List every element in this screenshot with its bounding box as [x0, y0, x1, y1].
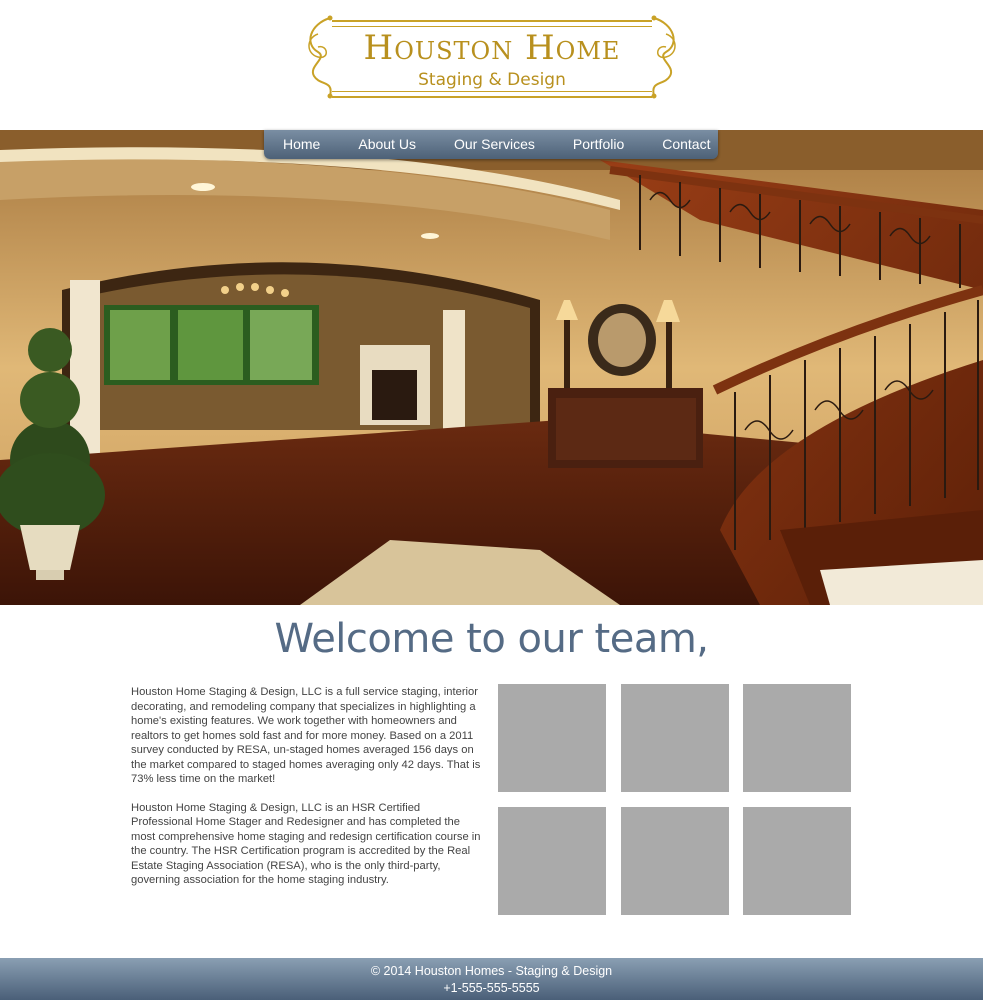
nav-home[interactable]: Home: [264, 130, 339, 159]
welcome-heading: Welcome to our team,: [274, 616, 709, 662]
footer-copyright: © 2014 Houston Homes - Staging & Design: [370, 964, 613, 978]
gallery-tile[interactable]: [743, 807, 851, 915]
about-text: Houston Home Staging & Design, LLC is a …: [131, 685, 481, 902]
hero-image: [0, 130, 983, 605]
site-header: Houston Home Staging & Design: [0, 0, 983, 130]
logo-title: Houston Home: [363, 28, 621, 68]
site-footer: © 2014 Houston Homes - Staging & Design …: [0, 958, 983, 1000]
gallery-tile[interactable]: [621, 684, 729, 792]
gallery-tile[interactable]: [743, 684, 851, 792]
footer-phone[interactable]: +1-555-555-5555: [0, 981, 983, 995]
gallery-tile[interactable]: [498, 807, 606, 915]
site-logo[interactable]: Houston Home Staging & Design: [300, 10, 684, 104]
gallery-tile[interactable]: [621, 807, 729, 915]
right-flourish-icon: [651, 15, 676, 99]
nav-our-services[interactable]: Our Services: [435, 130, 554, 159]
nav-contact[interactable]: Contact: [643, 130, 729, 159]
gallery-grid: [498, 684, 852, 916]
nav-portfolio[interactable]: Portfolio: [554, 130, 643, 159]
about-paragraph-1: Houston Home Staging & Design, LLC is a …: [131, 686, 481, 785]
logo-subtitle: Staging & Design: [418, 70, 566, 90]
gallery-tile[interactable]: [498, 684, 606, 792]
main-nav: Home About Us Our Services Portfolio Con…: [264, 130, 718, 159]
about-paragraph-2: Houston Home Staging & Design, LLC is an…: [131, 801, 481, 887]
nav-about-us[interactable]: About Us: [339, 130, 435, 159]
